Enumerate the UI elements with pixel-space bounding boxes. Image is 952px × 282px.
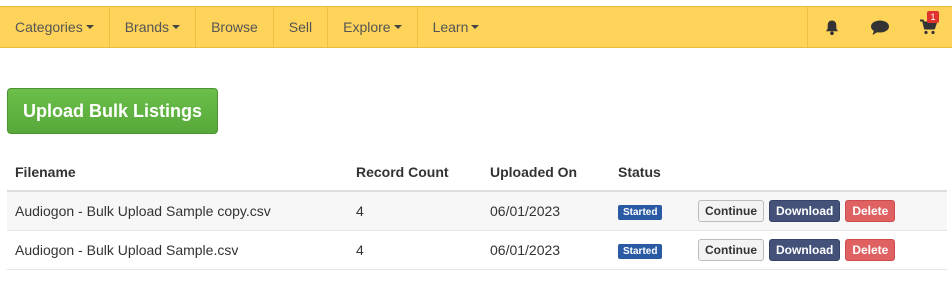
nav-item-label: Explore bbox=[343, 19, 391, 35]
uploaded-on-cell: 06/01/2023 bbox=[490, 242, 561, 258]
download-button[interactable]: Download bbox=[769, 200, 841, 222]
status-cell: Started bbox=[610, 241, 690, 259]
column-header-record-count: Record Count bbox=[356, 164, 449, 180]
nav-item-brands[interactable]: Brands bbox=[110, 7, 197, 47]
chat-icon bbox=[871, 20, 889, 35]
status-badge: Started bbox=[618, 244, 663, 259]
nav-item-label: Brands bbox=[124, 19, 170, 35]
nav-item-label: Learn bbox=[432, 19, 469, 35]
nav-item-categories[interactable]: Categories bbox=[0, 7, 110, 47]
table-row: Audiogon - Bulk Upload Sample.csv 4 06/0… bbox=[7, 231, 947, 270]
status-cell: Started bbox=[610, 202, 690, 220]
nav-item-browse[interactable]: Browse bbox=[196, 7, 274, 47]
column-header-status: Status bbox=[618, 164, 661, 180]
status-badge: Started bbox=[618, 205, 663, 220]
caret-down-icon bbox=[393, 25, 402, 29]
nav-item-label: Browse bbox=[211, 19, 258, 35]
cart-count-badge: 1 bbox=[927, 11, 939, 23]
actions-cell: Continue Download Delete bbox=[690, 239, 947, 261]
nav-item-label: Categories bbox=[15, 19, 83, 35]
column-header-filename: Filename bbox=[15, 164, 76, 180]
column-header-uploaded-on: Uploaded On bbox=[490, 164, 578, 180]
bell-icon bbox=[826, 20, 838, 35]
bulk-uploads-table: Filename Record Count Uploaded On Status… bbox=[7, 154, 947, 270]
caret-down-icon bbox=[172, 25, 181, 29]
continue-button[interactable]: Continue bbox=[698, 239, 764, 261]
nav-item-learn[interactable]: Learn bbox=[418, 7, 495, 47]
table-header: Filename Record Count Uploaded On Status bbox=[7, 154, 947, 192]
table-row: Audiogon - Bulk Upload Sample copy.csv 4… bbox=[7, 192, 947, 231]
cart-button[interactable]: 1 bbox=[904, 7, 952, 47]
nav-item-sell[interactable]: Sell bbox=[274, 7, 329, 47]
record-count-cell: 4 bbox=[356, 242, 364, 258]
notifications-button[interactable] bbox=[808, 7, 856, 47]
caret-down-icon bbox=[85, 25, 94, 29]
upload-bulk-listings-button[interactable]: Upload Bulk Listings bbox=[7, 88, 218, 134]
download-button[interactable]: Download bbox=[769, 239, 841, 261]
nav-item-explore[interactable]: Explore bbox=[328, 7, 418, 47]
filename-cell: Audiogon - Bulk Upload Sample.csv bbox=[15, 242, 239, 258]
uploaded-on-cell: 06/01/2023 bbox=[490, 203, 561, 219]
caret-down-icon bbox=[471, 25, 480, 29]
delete-button[interactable]: Delete bbox=[845, 239, 896, 261]
top-navbar: Categories Brands Browse Sell Explore Le… bbox=[0, 6, 952, 48]
record-count-cell: 4 bbox=[356, 203, 364, 219]
messages-button[interactable] bbox=[856, 7, 904, 47]
actions-cell: Continue Download Delete bbox=[690, 200, 947, 222]
filename-cell: Audiogon - Bulk Upload Sample copy.csv bbox=[15, 203, 271, 219]
nav-menu: Categories Brands Browse Sell Explore Le… bbox=[0, 7, 494, 47]
delete-button[interactable]: Delete bbox=[845, 200, 896, 222]
continue-button[interactable]: Continue bbox=[698, 200, 764, 222]
nav-icons: 1 bbox=[807, 7, 952, 47]
nav-item-label: Sell bbox=[288, 19, 313, 35]
